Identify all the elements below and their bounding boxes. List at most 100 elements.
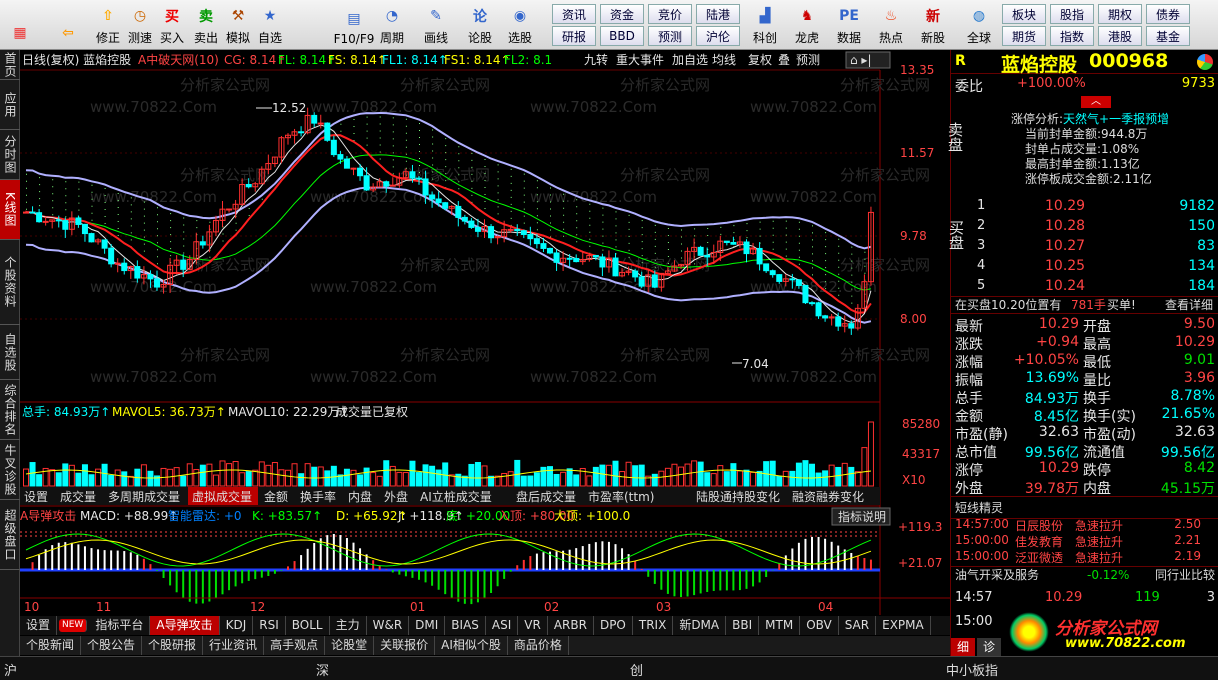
chart-tool-5[interactable]: 叠 — [778, 53, 790, 67]
view-detail-link[interactable]: 查看详细 — [1165, 297, 1213, 314]
bid-row[interactable]: 3 10.27 83 — [951, 238, 1218, 256]
short-sprite-row[interactable]: 14:57:00 日辰股份 急速拉升 2.50 — [951, 517, 1218, 533]
news-tab-8[interactable]: 商品价格 — [508, 636, 569, 655]
toolbar-button-4[interactable]: 买买入 — [156, 2, 188, 48]
indicator-tab-4[interactable]: KDJ — [220, 616, 254, 635]
short-sprite-row[interactable]: 15:00:00 泛亚微透 急速拉升 2.19 — [951, 549, 1218, 565]
toolbar-button-2[interactable]: ⇧ 修正 — [92, 2, 124, 48]
indicator-tab-14[interactable]: DPO — [594, 616, 633, 635]
left-tab-0[interactable]: 首页 — [0, 50, 20, 80]
toolbar-button-1[interactable]: ⇦ — [52, 2, 84, 48]
toolbar-button-11[interactable]: 论论股 — [464, 2, 496, 48]
indicator-help-button[interactable]: 指标说明 — [838, 509, 886, 524]
market-button-5[interactable]: 指数 — [1050, 26, 1094, 46]
indicator-tab-16[interactable]: 新DMA — [673, 616, 727, 635]
volume-tab-0[interactable]: 设置 — [24, 490, 48, 504]
news-tab-3[interactable]: 行业资讯 — [203, 636, 265, 655]
market-button-7[interactable]: 基金 — [1146, 26, 1190, 46]
indicator-tab-1[interactable]: NEW — [59, 619, 88, 632]
news-tab-7[interactable]: AI相似个股 — [435, 636, 508, 655]
toolbar-right-button-1[interactable]: ♞ 龙虎 — [788, 2, 826, 48]
toolbar-button-6[interactable]: ⚒ 模拟 — [222, 2, 254, 48]
indicator-tab-5[interactable]: RSI — [253, 616, 286, 635]
toolbar-button-5[interactable]: 卖卖出 — [190, 2, 222, 48]
left-tab-5[interactable]: 自选股 — [0, 325, 20, 380]
news-tab-2[interactable]: 个股研报 — [142, 636, 204, 655]
expand-arrow-icon[interactable]: ︿ — [1081, 96, 1111, 108]
market-button-4[interactable]: 期货 — [1002, 26, 1046, 46]
toolbar-right-button-3[interactable]: ♨ 热点 — [872, 2, 910, 48]
chart-tool-6[interactable]: 预测 — [796, 53, 820, 67]
bid-row[interactable]: 2 10.28 150 — [951, 218, 1218, 236]
chart-tool-0[interactable]: 九转 — [584, 52, 608, 67]
industry-compare-button[interactable]: 同行业比较 — [1155, 567, 1215, 584]
indicator-tab-13[interactable]: ARBR — [548, 616, 594, 635]
indicator-tab-6[interactable]: BOLL — [286, 616, 330, 635]
volume-tab-6[interactable]: 内盘 — [348, 489, 372, 504]
indicator-tab-21[interactable]: EXPMA — [876, 616, 931, 635]
quick-button-2[interactable]: 竞价 — [648, 4, 692, 24]
chart-tool-3[interactable]: 均线 — [712, 53, 736, 67]
quick-button-5[interactable]: BBD — [600, 26, 644, 46]
market-button-2[interactable]: 期权 — [1098, 4, 1142, 24]
indicator-tab-7[interactable]: 主力 — [330, 616, 367, 635]
toolbar-button-0[interactable]: ▦ — [4, 2, 36, 48]
indicator-tab-3[interactable]: A导弹攻击 — [150, 616, 220, 635]
indicator-tab-2[interactable]: 指标平台 — [89, 616, 151, 635]
news-tab-6[interactable]: 关联报价 — [374, 636, 436, 655]
volume-tab-11[interactable]: 陆股通持股变化 — [696, 489, 780, 504]
chart-tool-2[interactable]: 加自选 — [672, 53, 708, 67]
toolbar-button-8[interactable]: ▤ F10/F9 — [334, 2, 375, 48]
quick-button-4[interactable]: 研报 — [552, 26, 596, 46]
volume-tab-2[interactable]: 多周期成交量 — [108, 489, 180, 504]
status-item-0[interactable]: 沪 — [4, 660, 17, 679]
news-tab-5[interactable]: 论股堂 — [325, 636, 375, 655]
market-button-0[interactable]: 板块 — [1002, 4, 1046, 24]
volume-tab-1[interactable]: 成交量 — [60, 489, 96, 504]
industry-name[interactable]: 油气开采及服务 — [955, 567, 1039, 584]
left-tab-4[interactable]: 个股资料 — [0, 240, 20, 325]
bid-row[interactable]: 5 10.24 184 — [951, 278, 1218, 296]
quick-button-6[interactable]: 预测 — [648, 26, 692, 46]
market-button-6[interactable]: 港股 — [1098, 26, 1142, 46]
market-button-3[interactable]: 债券 — [1146, 4, 1190, 24]
indicator-tab-20[interactable]: SAR — [839, 616, 877, 635]
quick-button-0[interactable]: 资讯 — [552, 4, 596, 24]
status-item-2[interactable]: 创 — [630, 660, 643, 679]
indicator-tab-10[interactable]: BIAS — [445, 616, 486, 635]
toolbar-button-7[interactable]: ★ 自选 — [254, 2, 286, 48]
indicator-tab-17[interactable]: BBI — [726, 616, 760, 635]
limit-reason[interactable]: 天然气+一季报预增 — [1063, 112, 1169, 126]
toolbar-button-12[interactable]: ◉ 选股 — [504, 2, 536, 48]
volume-tab-12[interactable]: 融资融券变化 — [792, 489, 864, 504]
left-tab-8[interactable]: 超级盘口 — [0, 500, 20, 570]
volume-tab-8[interactable]: AI立桩成交量 — [420, 489, 492, 504]
quick-button-1[interactable]: 资金 — [600, 4, 644, 24]
toolbar-right-button-0[interactable]: ▟ 科创 — [746, 2, 784, 48]
indicator-tab-15[interactable]: TRIX — [633, 616, 674, 635]
market-button-1[interactable]: 股指 — [1050, 4, 1094, 24]
left-tab-1[interactable]: 应用 — [0, 80, 20, 130]
volume-tab-3[interactable]: 虚拟成交量 — [192, 489, 252, 504]
indicator-tab-18[interactable]: MTM — [759, 616, 801, 635]
kline-chart[interactable]: 日线(复权) 蓝焰控股 A中破天网(10) CG: 8.14↑FL: 8.14↑FS… — [20, 50, 950, 615]
volume-tab-5[interactable]: 换手率 — [300, 489, 336, 504]
indicator-tab-0[interactable]: 设置 — [20, 616, 58, 635]
bid-row[interactable]: 1 10.29 9182 — [951, 198, 1218, 216]
indicator-tab-12[interactable]: VR — [518, 616, 548, 635]
left-tab-2[interactable]: 分时图 — [0, 130, 20, 180]
toolbar-right-button-5[interactable]: ◍ 全球 — [960, 2, 998, 48]
indicator-tab-11[interactable]: ASI — [486, 616, 519, 635]
bid-row[interactable]: 4 10.25 134 — [951, 258, 1218, 276]
toolbar-button-10[interactable]: ✎ 画线 — [420, 2, 452, 48]
chart-tool-1[interactable]: 重大事件 — [616, 53, 664, 67]
news-tab-4[interactable]: 高手观点 — [264, 636, 326, 655]
status-item-1[interactable]: 深 — [316, 660, 329, 679]
volume-tab-10[interactable]: 市盈率(ttm) — [588, 489, 654, 504]
chart-tool-4[interactable]: 复权 — [748, 53, 772, 67]
lock-icon[interactable]: ⌂ ▸| — [850, 53, 872, 67]
left-tab-3[interactable]: K线图 — [0, 180, 20, 240]
quote-tab-0[interactable]: 细 — [951, 638, 976, 656]
toolbar-right-button-4[interactable]: 新新股 — [914, 2, 952, 48]
indicator-tab-19[interactable]: OBV — [800, 616, 839, 635]
